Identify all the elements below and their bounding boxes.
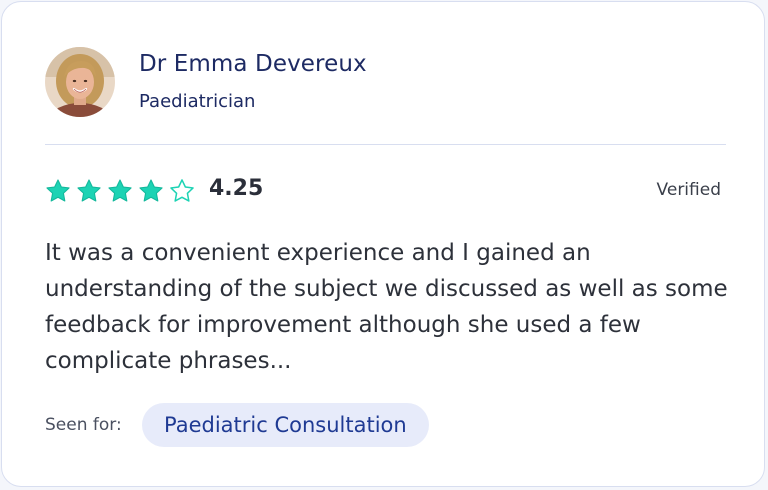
star-filled-icon: [45, 178, 71, 204]
verified-label: Verified: [656, 180, 721, 200]
review-text: It was a convenient experience and I gai…: [45, 240, 728, 374]
review-card: Dr Emma Devereux Paediatrician 4.25 Veri…: [1, 1, 765, 487]
doctor-name: Dr Emma Devereux: [139, 51, 367, 77]
star-rating: [45, 178, 195, 204]
star-filled-icon: [138, 178, 164, 204]
star-empty-icon: [169, 178, 195, 204]
rating-value: 4.25: [209, 176, 264, 201]
seen-for-label: Seen for:: [45, 415, 122, 435]
doctor-portrait-icon: [45, 47, 115, 117]
star-filled-icon: [107, 178, 133, 204]
star-filled-icon: [76, 178, 102, 204]
consultation-tag[interactable]: Paediatric Consultation: [142, 403, 429, 447]
doctor-role: Paediatrician: [139, 91, 256, 112]
doctor-avatar: [45, 47, 115, 117]
header-divider: [45, 144, 726, 145]
